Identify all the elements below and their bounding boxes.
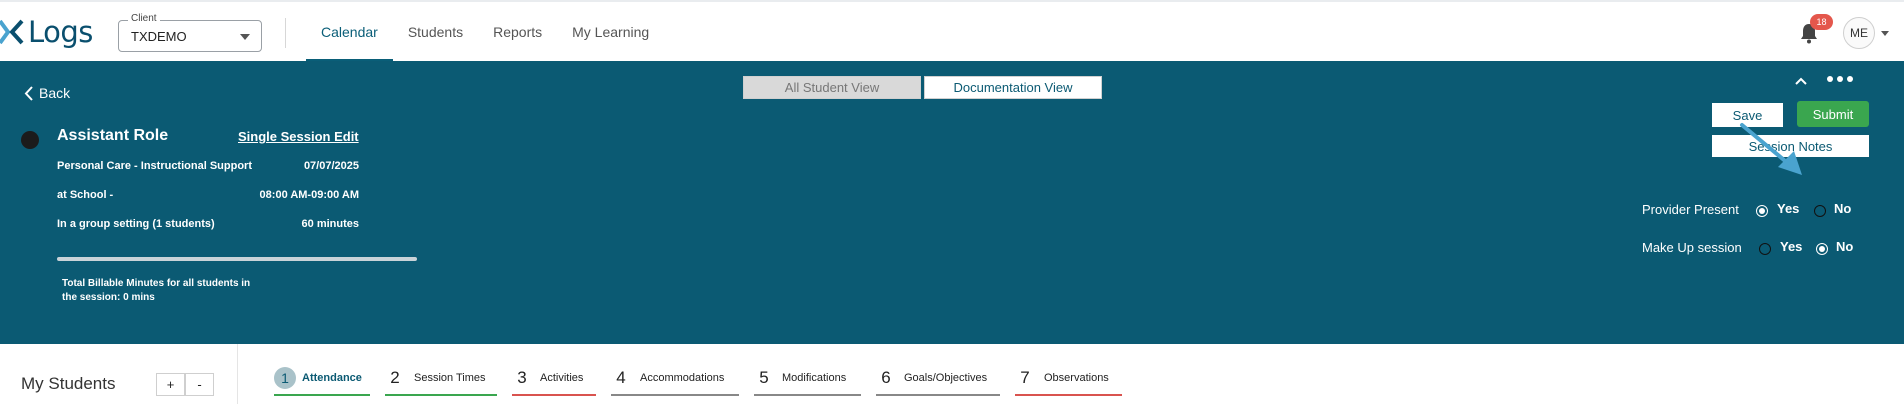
- step-accommodations[interactable]: 4 Accommodations: [611, 366, 739, 396]
- back-link[interactable]: Back: [24, 85, 70, 101]
- logo[interactable]: Logs: [0, 14, 93, 50]
- status-dot: [21, 131, 39, 149]
- step-attendance[interactable]: 1 Attendance: [274, 366, 370, 396]
- documentation-view-button[interactable]: Documentation View: [924, 76, 1102, 99]
- billable-line-2: the session: 0 mins: [62, 292, 155, 303]
- chevron-down-icon: [240, 34, 250, 40]
- step-label: Goals/Objectives: [904, 372, 988, 384]
- nav-item-calendar[interactable]: Calendar: [306, 2, 393, 62]
- nav-item-students[interactable]: Students: [393, 2, 478, 62]
- notification-badge: 18: [1810, 14, 1833, 30]
- main-nav: Calendar Students Reports My Learning: [306, 2, 664, 62]
- step-status-bar: [754, 394, 861, 396]
- step-number: 1: [274, 367, 296, 389]
- step-label: Accommodations: [640, 372, 725, 384]
- billable-line-1: Total Billable Minutes for all students …: [62, 278, 251, 289]
- step-number: 6: [881, 368, 891, 387]
- chevron-left-icon: [24, 85, 33, 101]
- step-status-bar: [876, 394, 1000, 396]
- top-navigation-bar: Logs Client TXDEMO Calendar Students Rep…: [0, 0, 1904, 62]
- provider-present-yes-label: Yes: [1777, 201, 1800, 216]
- setting-text: In a group setting (1 students): [57, 218, 215, 230]
- step-number: 3: [517, 368, 527, 387]
- session-panel: Back All Student View Documentation View…: [0, 61, 1904, 344]
- client-select[interactable]: Client TXDEMO: [118, 13, 262, 52]
- step-label: Activities: [540, 372, 584, 384]
- make-up-no-radio[interactable]: [1816, 243, 1828, 255]
- step-activities[interactable]: 3 Activities: [512, 366, 596, 396]
- provider-present-yes-radio[interactable]: [1756, 205, 1768, 217]
- logo-mark-icon: [0, 19, 24, 45]
- client-select-value: TXDEMO: [131, 29, 187, 44]
- make-up-no-label: No: [1836, 239, 1854, 254]
- step-status-bar: [274, 394, 370, 396]
- session-progress-bar: [57, 257, 417, 261]
- back-label: Back: [39, 85, 71, 101]
- step-number: 2: [390, 368, 400, 387]
- location-text: at School -: [57, 189, 114, 201]
- step-label: Attendance: [302, 372, 362, 384]
- chevron-up-icon[interactable]: [1795, 76, 1807, 86]
- provider-present-label: Provider Present: [1642, 202, 1739, 217]
- nav-item-my-learning[interactable]: My Learning: [557, 2, 664, 62]
- step-number: 7: [1020, 368, 1030, 387]
- chevron-down-icon[interactable]: [1881, 31, 1889, 36]
- step-status-bar: [512, 394, 596, 396]
- provider-present-no-label: No: [1834, 201, 1852, 216]
- nav-item-reports[interactable]: Reports: [478, 2, 557, 62]
- view-toggle: All Student View Documentation View: [743, 76, 1102, 99]
- documentation-steps: 1 Attendance 2 Session Times 3 Activitie…: [0, 366, 1904, 396]
- make-up-session-label: Make Up session: [1642, 240, 1742, 255]
- step-status-bar: [385, 394, 497, 396]
- make-up-yes-label: Yes: [1780, 239, 1803, 254]
- session-duration: 60 minutes: [301, 218, 359, 230]
- billable-minutes-text: Total Billable Minutes for all students …: [62, 277, 272, 305]
- client-select-label: Client: [128, 13, 160, 24]
- service-text: Personal Care - Instructional Support: [57, 160, 252, 172]
- step-goals-objectives[interactable]: 6 Goals/Objectives: [876, 366, 1000, 396]
- step-status-bar: [611, 394, 739, 396]
- divider: [285, 18, 286, 48]
- more-options-icon[interactable]: [1827, 76, 1853, 82]
- step-session-times[interactable]: 2 Session Times: [385, 366, 497, 396]
- single-session-edit-link[interactable]: Single Session Edit: [238, 129, 359, 144]
- make-up-yes-radio[interactable]: [1759, 243, 1771, 255]
- step-label: Observations: [1044, 372, 1109, 384]
- step-number: 4: [616, 368, 626, 387]
- step-modifications[interactable]: 5 Modifications: [754, 366, 861, 396]
- step-number: 5: [759, 368, 769, 387]
- step-observations[interactable]: 7 Observations: [1015, 366, 1122, 396]
- session-role-title: Assistant Role: [57, 127, 169, 144]
- step-status-bar: [1015, 394, 1122, 396]
- logo-text: Logs: [28, 15, 93, 49]
- session-time: 08:00 AM-09:00 AM: [259, 189, 359, 201]
- avatar[interactable]: ME: [1843, 17, 1875, 49]
- provider-present-no-radio[interactable]: [1814, 205, 1826, 217]
- step-label: Modifications: [782, 372, 847, 384]
- annotation-arrow-icon: [1740, 123, 1802, 175]
- session-date: 07/07/2025: [303, 160, 359, 172]
- step-label: Session Times: [414, 372, 486, 384]
- all-student-view-button[interactable]: All Student View: [743, 76, 921, 99]
